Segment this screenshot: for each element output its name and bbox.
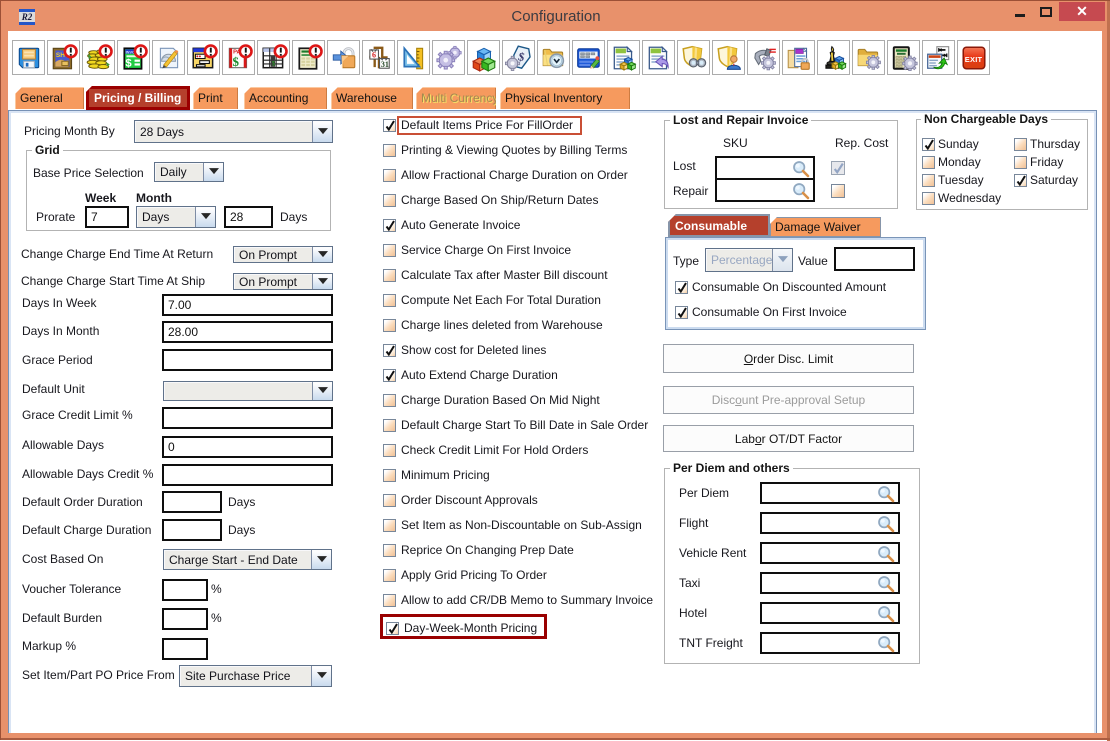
svg-text:6: 6: [372, 50, 376, 59]
svg-text:$: $: [125, 58, 132, 70]
svg-text:EXIT: EXIT: [965, 55, 983, 64]
svg-text:$: $: [233, 54, 240, 69]
svg-text:$: $: [272, 60, 276, 67]
svg-text:31: 31: [381, 60, 389, 69]
